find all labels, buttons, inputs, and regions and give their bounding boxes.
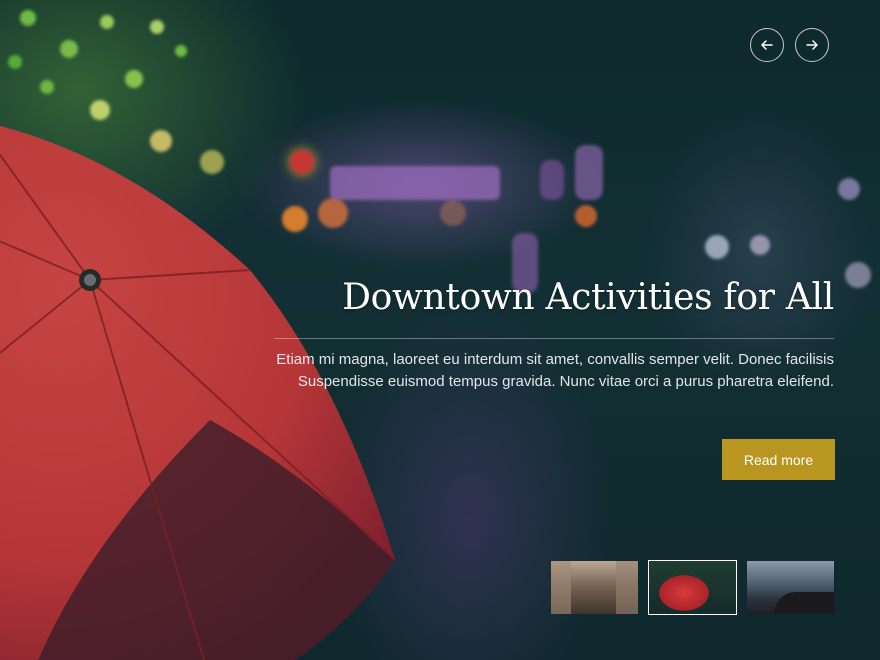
title-divider <box>274 338 834 339</box>
next-slide-button[interactable] <box>795 28 829 62</box>
read-more-button[interactable]: Read more <box>722 439 835 480</box>
city-street-thumbnail[interactable] <box>551 561 638 614</box>
slide-caption: Downtown Activities for All Etiam mi mag… <box>274 272 834 393</box>
previous-slide-button[interactable] <box>750 28 784 62</box>
slide-description: Etiam mi magna, laoreet eu interdum sit … <box>276 351 834 390</box>
slide-thumbnails <box>551 560 834 615</box>
red-umbrella-thumbnail[interactable] <box>648 560 737 615</box>
arrow-right-icon <box>806 40 818 50</box>
seaside-rocks-thumbnail[interactable] <box>747 561 834 614</box>
arrow-left-icon <box>761 40 773 50</box>
hero-slider: Downtown Activities for All Etiam mi mag… <box>0 0 880 660</box>
slide-title: Downtown Activities for All <box>342 277 834 318</box>
